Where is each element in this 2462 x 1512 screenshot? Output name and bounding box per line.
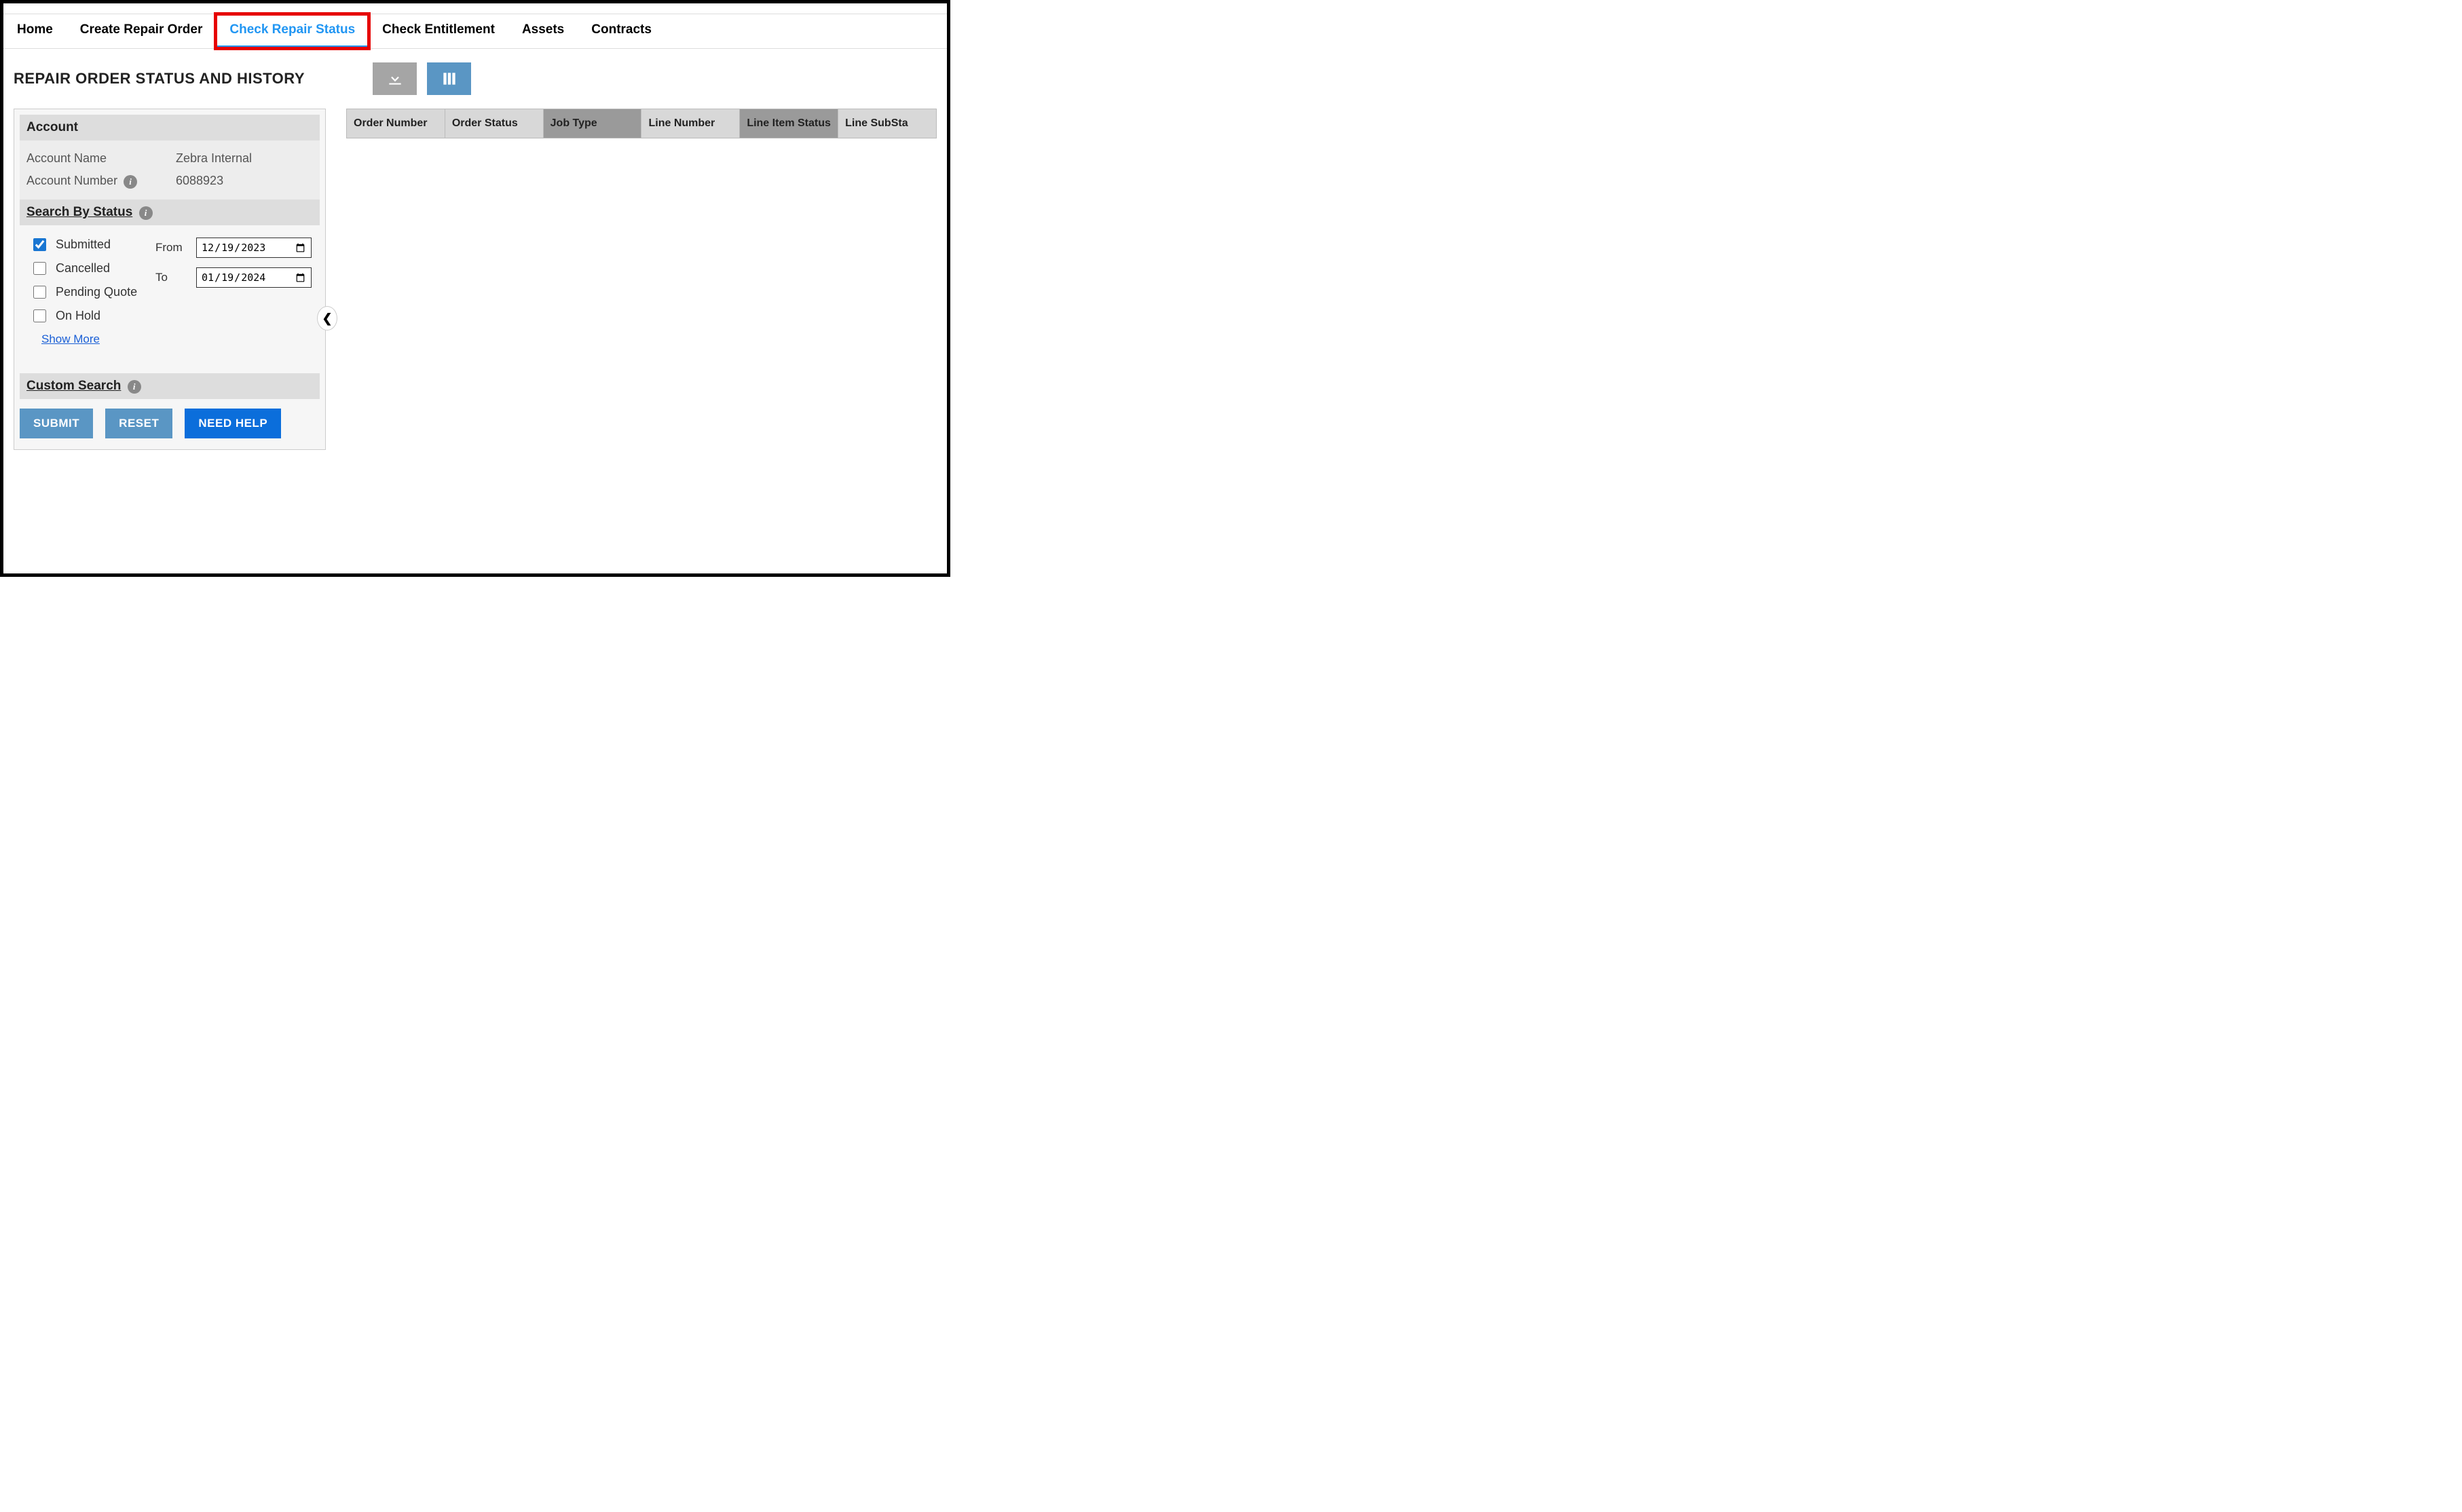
checkbox-label-cancelled: Cancelled — [56, 261, 110, 276]
from-date-label: From — [155, 241, 188, 254]
col-order-number[interactable]: Order Number — [347, 109, 445, 138]
checkbox-label-pending-quote: Pending Quote — [56, 285, 137, 299]
checkbox-on-hold[interactable] — [33, 309, 46, 322]
col-line-item-status[interactable]: Line Item Status — [740, 109, 838, 138]
account-name-value: Zebra Internal — [176, 151, 313, 166]
info-icon[interactable]: i — [124, 175, 137, 189]
columns-button[interactable] — [427, 62, 471, 95]
to-date-label: To — [155, 271, 188, 284]
tab-check-repair-status[interactable]: Check Repair Status — [216, 14, 369, 48]
info-icon[interactable]: i — [139, 206, 153, 220]
from-date-input[interactable] — [196, 238, 312, 258]
tab-contracts[interactable]: Contracts — [578, 14, 665, 48]
need-help-button[interactable]: NEED HELP — [185, 409, 281, 438]
account-name-label: Account Name — [26, 151, 176, 166]
checkbox-pending-quote[interactable] — [33, 286, 46, 299]
search-panel: ❮ Account Account Name Zebra Internal Ac… — [14, 109, 326, 450]
checkbox-label-submitted: Submitted — [56, 238, 111, 252]
account-body: Account Name Zebra Internal Account Numb… — [20, 140, 320, 200]
chevron-left-icon: ❮ — [322, 311, 332, 326]
checkbox-cancelled[interactable] — [33, 262, 46, 275]
results-table: Order Number Order Status Job Type Line … — [346, 109, 937, 138]
account-number-label: Account Number i — [26, 174, 176, 189]
search-by-status-header[interactable]: Search By Status i — [20, 200, 320, 225]
tab-assets[interactable]: Assets — [508, 14, 578, 48]
info-icon[interactable]: i — [128, 380, 141, 394]
tab-home[interactable]: Home — [3, 14, 67, 48]
to-date-input[interactable] — [196, 267, 312, 288]
col-order-status[interactable]: Order Status — [445, 109, 543, 138]
tab-create-repair-order[interactable]: Create Repair Order — [67, 14, 217, 48]
checkbox-label-on-hold: On Hold — [56, 309, 100, 323]
page-title: REPAIR ORDER STATUS AND HISTORY — [14, 70, 305, 88]
collapse-panel-button[interactable]: ❮ — [317, 306, 337, 330]
submit-button[interactable]: SUBMIT — [20, 409, 93, 438]
col-job-type[interactable]: Job Type — [543, 109, 641, 138]
results-area: Order Number Order Status Job Type Line … — [346, 109, 937, 450]
account-header: Account — [20, 115, 320, 140]
download-button[interactable] — [373, 62, 417, 95]
nav-tabs: Home Create Repair Order Check Repair St… — [3, 14, 947, 49]
show-more-link[interactable]: Show More — [41, 333, 100, 345]
col-line-number[interactable]: Line Number — [641, 109, 740, 138]
tab-check-entitlement[interactable]: Check Entitlement — [369, 14, 508, 48]
checkbox-submitted[interactable] — [33, 238, 46, 251]
columns-icon — [441, 70, 458, 88]
download-icon — [386, 70, 404, 88]
col-line-substatus[interactable]: Line SubSta — [838, 109, 937, 138]
account-number-value: 6088923 — [176, 174, 313, 189]
reset-button[interactable]: RESET — [105, 409, 172, 438]
custom-search-header[interactable]: Custom Search i — [20, 373, 320, 399]
